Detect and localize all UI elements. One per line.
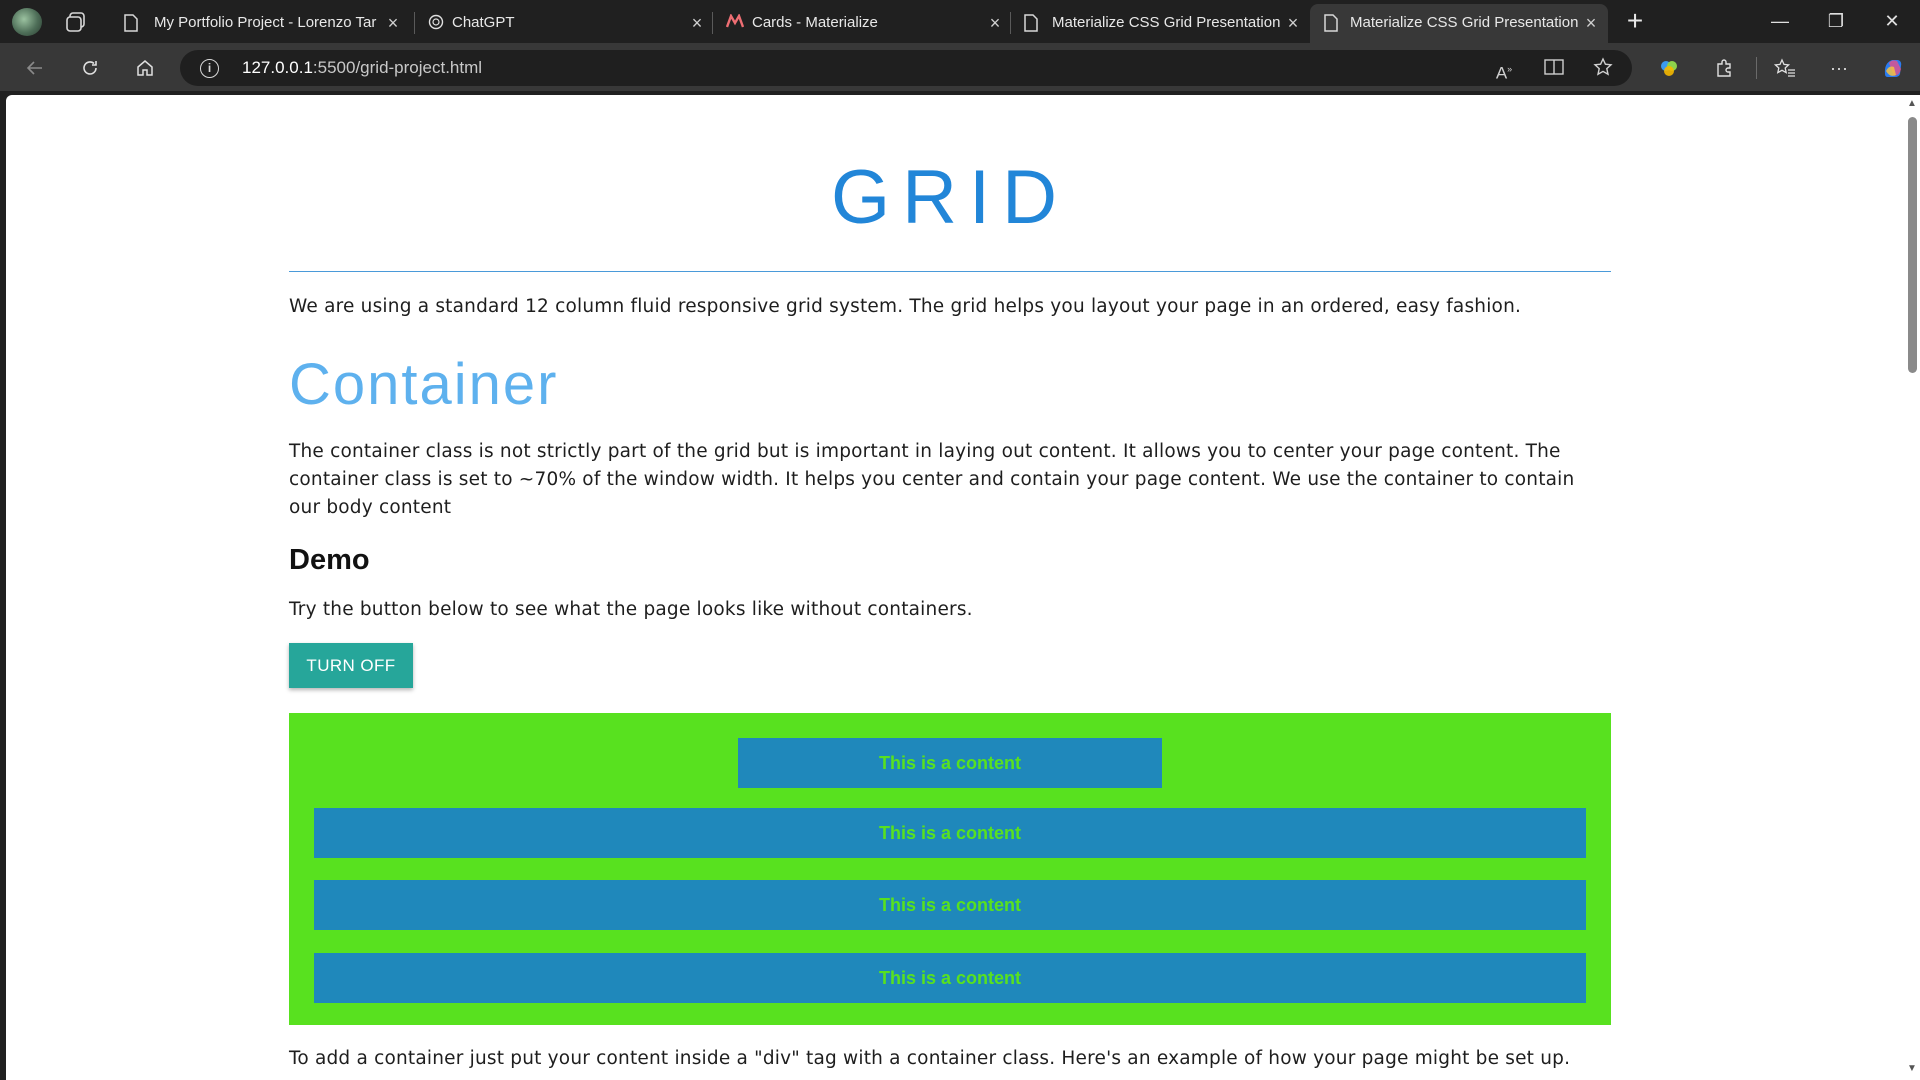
extension-button[interactable] — [1652, 51, 1686, 85]
scroll-down-arrow-icon[interactable]: ▼ — [1906, 1064, 1918, 1074]
content-block: This is a content — [314, 953, 1586, 1003]
favorite-star-icon[interactable] — [1591, 57, 1615, 81]
chatgpt-icon — [428, 14, 444, 32]
demo-heading: Demo — [289, 544, 370, 576]
page-title: GRID — [831, 155, 1069, 240]
site-info-icon[interactable]: i — [200, 59, 219, 78]
page-icon — [124, 14, 140, 32]
back-button[interactable] — [18, 51, 52, 85]
extensions-button[interactable] — [1707, 51, 1741, 85]
new-tab-button[interactable]: + — [1620, 7, 1650, 35]
close-window-button[interactable]: ✕ — [1864, 0, 1920, 43]
container-heading: Container — [289, 352, 559, 417]
url-host: 127.0.0.1 — [242, 58, 313, 77]
turn-off-button[interactable]: TURN OFF — [289, 643, 413, 688]
tab-title: Materialize CSS Grid Presentation — [1350, 14, 1578, 31]
immersive-reader-icon[interactable] — [1542, 57, 1566, 81]
toolbar-divider — [1756, 57, 1757, 79]
container-usage-paragraph: To add a container just put your content… — [289, 1048, 1571, 1069]
demo-container-area: This is a content This is a content This… — [289, 713, 1611, 1025]
tab-cards-materialize[interactable]: Cards - Materialize × — [712, 4, 1012, 43]
page-viewport: GRID We are using a standard 12 column f… — [6, 95, 1920, 1080]
close-icon[interactable]: × — [688, 14, 706, 32]
puzzle-icon — [1717, 59, 1731, 77]
scrollbar-thumb[interactable] — [1908, 117, 1917, 373]
page-icon — [1324, 14, 1340, 32]
refresh-button[interactable] — [73, 51, 107, 85]
home-button[interactable] — [128, 51, 162, 85]
close-icon[interactable]: × — [384, 14, 402, 32]
tab-chatgpt[interactable]: ChatGPT × — [414, 4, 714, 43]
tab-grid-presentation[interactable]: Materialize CSS Grid Presentation × — [1010, 4, 1310, 43]
home-icon — [137, 60, 153, 76]
materialize-icon — [725, 13, 745, 32]
page-icon — [1024, 14, 1040, 32]
browser-toolbar: i 127.0.0.1:5500/grid-project.html A» ··… — [0, 43, 1920, 91]
title-divider — [289, 271, 1611, 272]
content-block: This is a content — [738, 738, 1162, 788]
more-menu-button[interactable]: ··· — [1822, 51, 1856, 85]
content-block: This is a content — [314, 880, 1586, 930]
container-paragraph: The container class is not strictly part… — [289, 441, 1575, 518]
tab-grid-presentation-active[interactable]: Materialize CSS Grid Presentation × — [1310, 4, 1608, 43]
close-icon[interactable]: × — [986, 14, 1004, 32]
restore-button[interactable]: ❐ — [1808, 0, 1864, 43]
colorful-extension-icon — [1661, 61, 1677, 76]
ellipsis-icon: ··· — [1830, 58, 1848, 78]
copilot-button[interactable] — [1876, 51, 1910, 85]
favorites-button[interactable] — [1768, 51, 1802, 85]
copilot-icon — [1884, 60, 1902, 77]
tab-title: Materialize CSS Grid Presentation — [1052, 14, 1280, 31]
back-arrow-icon — [26, 61, 42, 75]
workspaces-icon[interactable] — [64, 10, 88, 34]
tab-portfolio[interactable]: My Portfolio Project - Lorenzo Tar × — [110, 4, 410, 43]
tab-title: Cards - Materialize — [752, 14, 878, 31]
profile-avatar[interactable] — [12, 8, 42, 36]
close-icon[interactable]: × — [1582, 14, 1600, 32]
url-path: :5500/grid-project.html — [312, 58, 483, 77]
minimize-button[interactable]: — — [1752, 0, 1808, 43]
read-aloud-icon[interactable]: A» — [1492, 57, 1516, 83]
refresh-icon — [83, 61, 97, 75]
page-scrollbar[interactable]: ▲ ▼ — [1904, 95, 1920, 1080]
tab-title: ChatGPT — [452, 14, 515, 31]
close-icon[interactable]: × — [1284, 14, 1302, 32]
content-block: This is a content — [314, 808, 1586, 858]
scroll-up-arrow-icon[interactable]: ▲ — [1906, 99, 1918, 109]
demo-instructions: Try the button below to see what the pag… — [289, 599, 973, 620]
url-text[interactable]: 127.0.0.1:5500/grid-project.html — [242, 59, 482, 77]
favorites-list-icon — [1773, 58, 1795, 77]
address-bar[interactable]: i 127.0.0.1:5500/grid-project.html A» — [180, 50, 1632, 86]
tab-title: My Portfolio Project - Lorenzo Tar — [154, 14, 377, 31]
tab-strip: My Portfolio Project - Lorenzo Tar × Cha… — [0, 0, 1920, 43]
intro-paragraph: We are using a standard 12 column fluid … — [289, 296, 1522, 317]
